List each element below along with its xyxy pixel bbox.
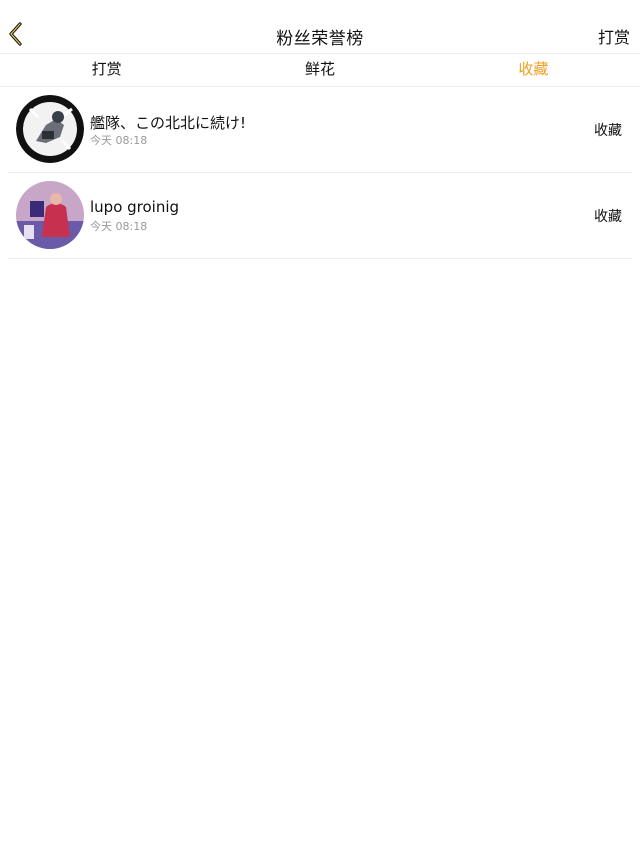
fan-name: lupo groinig [90,198,180,216]
nav-bar: 粉丝荣誉榜 打赏 [0,0,640,54]
avatar[interactable] [16,181,84,249]
list-item[interactable]: 艦隊、この北北に続け! 今天 08:18 收藏 [8,87,632,173]
favorite-action[interactable]: 收藏 [594,120,622,140]
fan-time: 今天 08:18 [90,220,148,233]
fan-name: 艦隊、この北北に続け! [90,114,247,132]
tab-favorites[interactable]: 收藏 [427,54,640,86]
tab-reward[interactable]: 打赏 [0,54,213,86]
list-item[interactable]: lupo groinig 今天 08:18 收藏 [8,173,632,259]
favorite-action[interactable]: 收藏 [594,206,622,226]
tab-flowers[interactable]: 鲜花 [213,54,426,86]
fan-list: 艦隊、この北北に続け! 今天 08:18 收藏 lupo groinig 今天 … [0,87,640,259]
page-title: 粉丝荣誉榜 [276,29,364,49]
fan-time: 今天 08:18 [90,134,148,147]
reward-button[interactable]: 打赏 [598,24,630,48]
tab-bar: 打赏 鲜花 收藏 [0,54,640,87]
page: 粉丝荣誉榜 打赏 打赏 鲜花 收藏 艦隊、この北北に続け! 今天 08:18 收… [0,0,640,853]
avatar[interactable] [16,95,84,163]
